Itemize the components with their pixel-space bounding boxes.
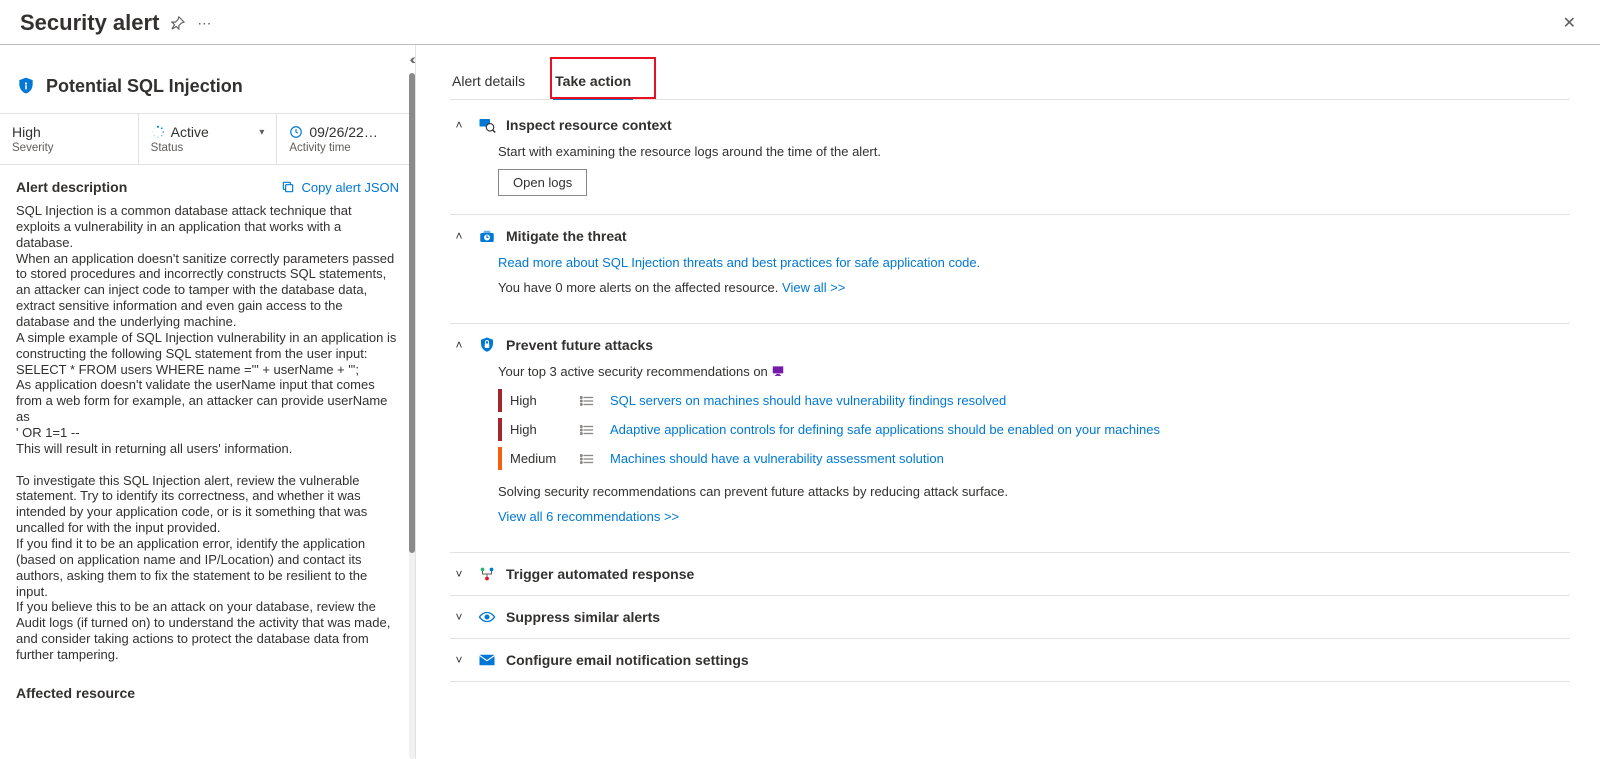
mitigate-read-more-link[interactable]: Read more about SQL Injection threats an… — [498, 255, 980, 270]
activity-time-cell: 09/26/22… Activity time — [277, 114, 415, 164]
alert-title-row: Potential SQL Injection — [0, 45, 415, 113]
suppress-eye-icon — [478, 608, 496, 626]
status-value: Active — [171, 124, 209, 140]
status-spinner-icon — [151, 125, 165, 139]
mitigate-body-text: You have 0 more alerts on the affected r… — [498, 280, 782, 295]
alert-description-text: SQL Injection is a common database attac… — [16, 203, 399, 663]
copy-json-label: Copy alert JSON — [301, 180, 399, 195]
main-content: ‹‹ Potential SQL Injection High Severity… — [0, 44, 1600, 759]
tab-take-action[interactable]: Take action — [553, 63, 633, 99]
chevron-up-icon: ˄ — [450, 229, 468, 243]
activity-time-label: Activity time — [289, 142, 403, 154]
prevent-title: Prevent future attacks — [506, 337, 653, 353]
severity-cell: High Severity — [0, 114, 139, 164]
recommendation-item[interactable]: High SQL servers on machines should have… — [498, 389, 1570, 412]
prevent-footer-text: Solving security recommendations can pre… — [498, 484, 1570, 499]
inspect-icon — [478, 116, 496, 134]
rec-severity: High — [510, 393, 566, 408]
section-mitigate-header[interactable]: ˄ Mitigate the threat — [450, 227, 1570, 245]
chevron-down-icon: ˅ — [450, 653, 468, 667]
alert-description-heading: Alert description — [16, 179, 127, 195]
list-icon — [580, 424, 596, 436]
copy-icon — [281, 180, 295, 194]
alert-name: Potential SQL Injection — [46, 76, 243, 97]
status-cell[interactable]: Active ▾ Status — [139, 114, 278, 164]
mitigate-icon — [478, 227, 496, 245]
chevron-down-icon[interactable]: ▾ — [259, 127, 264, 138]
more-icon[interactable]: ⋯ — [197, 15, 211, 32]
rec-link[interactable]: Machines should have a vulnerability ass… — [610, 451, 944, 466]
inspect-body-text: Start with examining the resource logs a… — [498, 144, 1570, 159]
rec-severity: Medium — [510, 451, 566, 466]
mitigate-viewall-link[interactable]: View all >> — [782, 280, 845, 295]
email-title: Configure email notification settings — [506, 652, 749, 668]
rec-link[interactable]: Adaptive application controls for defini… — [610, 422, 1160, 437]
rec-link[interactable]: SQL servers on machines should have vuln… — [610, 393, 1006, 408]
status-label: Status — [151, 142, 265, 154]
severity-label: Severity — [12, 142, 126, 154]
tab-alert-details[interactable]: Alert details — [450, 63, 527, 99]
left-panel: ‹‹ Potential SQL Injection High Severity… — [0, 45, 416, 759]
right-panel: Alert details Take action ˄ Inspect reso… — [416, 45, 1600, 759]
rec-severity: High — [510, 422, 566, 437]
prevent-intro-text: Your top 3 active security recommendatio… — [498, 364, 771, 379]
alert-description-section: Alert description Copy alert JSON SQL In… — [0, 165, 415, 663]
close-icon[interactable]: ✕ — [1563, 13, 1584, 33]
email-icon — [478, 651, 496, 669]
page-title: Security alert — [20, 10, 159, 36]
section-prevent-attacks: ˄ Prevent future attacks Your top 3 acti… — [450, 324, 1570, 553]
section-trigger-header[interactable]: ˅ Trigger automated response — [450, 565, 1570, 583]
suppress-title: Suppress similar alerts — [506, 609, 660, 625]
activity-time-value: 09/26/22… — [309, 124, 378, 140]
resource-vm-icon — [771, 364, 785, 379]
list-icon — [580, 395, 596, 407]
recommendation-item[interactable]: Medium Machines should have a vulnerabil… — [498, 447, 1570, 470]
section-email-settings: ˅ Configure email notification settings — [450, 639, 1570, 682]
prevent-shield-icon — [478, 336, 496, 354]
section-suppress-alerts: ˅ Suppress similar alerts — [450, 596, 1570, 639]
scrollbar-thumb[interactable] — [409, 73, 415, 553]
chevron-up-icon: ˄ — [450, 338, 468, 352]
trigger-title: Trigger automated response — [506, 566, 694, 582]
chevron-up-icon: ˄ — [450, 118, 468, 132]
inspect-title: Inspect resource context — [506, 117, 672, 133]
chevron-down-icon: ˅ — [450, 567, 468, 581]
section-inspect-header[interactable]: ˄ Inspect resource context — [450, 116, 1570, 134]
open-logs-button[interactable]: Open logs — [498, 169, 587, 196]
clock-icon — [289, 125, 303, 139]
alert-meta-row: High Severity Active ▾ Status — [0, 113, 415, 165]
section-inspect-resource: ˄ Inspect resource context Start with ex… — [450, 104, 1570, 215]
severity-value: High — [12, 124, 41, 140]
mitigate-title: Mitigate the threat — [506, 228, 627, 244]
section-email-header[interactable]: ˅ Configure email notification settings — [450, 651, 1570, 669]
pin-icon[interactable] — [171, 16, 185, 30]
automation-icon — [478, 565, 496, 583]
prevent-viewall-link[interactable]: View all 6 recommendations >> — [498, 509, 679, 524]
tab-bar: Alert details Take action — [450, 63, 1570, 100]
blade-header: Security alert ⋯ ✕ — [0, 0, 1600, 44]
section-mitigate-threat: ˄ Mitigate the threat Read more about SQ… — [450, 215, 1570, 324]
copy-alert-json-link[interactable]: Copy alert JSON — [281, 180, 399, 195]
section-prevent-header[interactable]: ˄ Prevent future attacks — [450, 336, 1570, 354]
section-trigger-response: ˅ Trigger automated response — [450, 553, 1570, 596]
section-suppress-header[interactable]: ˅ Suppress similar alerts — [450, 608, 1570, 626]
affected-resource-heading: Affected resource — [0, 663, 415, 701]
shield-alert-icon — [16, 75, 36, 97]
chevron-down-icon: ˅ — [450, 610, 468, 624]
recommendation-item[interactable]: High Adaptive application controls for d… — [498, 418, 1570, 441]
list-icon — [580, 453, 596, 465]
